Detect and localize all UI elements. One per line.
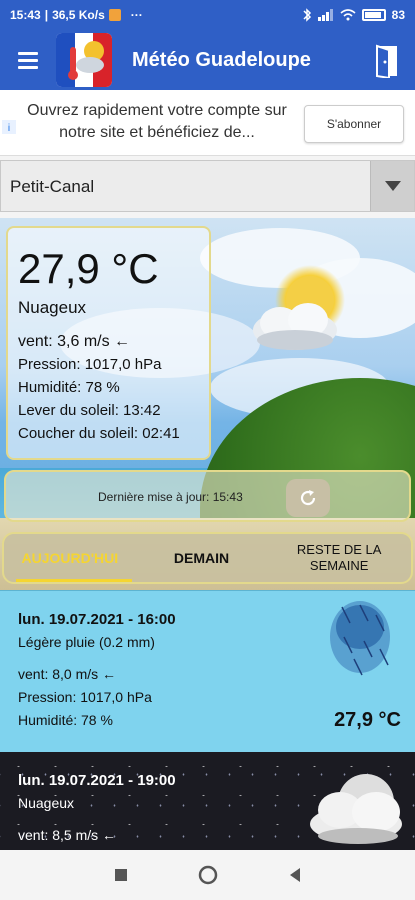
- ad-banner[interactable]: i Ouvrez rapidement votre compte sur not…: [0, 90, 415, 156]
- tab-rest-of-week[interactable]: RESTE DE LA SEMAINE: [267, 534, 411, 582]
- forecast-date: lun. 19.07.2021 - 16:00: [18, 611, 176, 628]
- forecast-card[interactable]: lun. 19.07.2021 - 19:00 Nuageux vent: 8,…: [0, 752, 415, 850]
- night-cloud-icon: [310, 774, 402, 844]
- current-weather-card: 27,9 °C Nuageux vent: 3,6 m/s ← Pression…: [6, 226, 211, 460]
- home-icon[interactable]: [198, 865, 218, 885]
- battery-icon: [361, 9, 386, 21]
- last-update-text: Dernière mise à jour: 15:43: [98, 490, 243, 504]
- refresh-button[interactable]: [286, 479, 330, 517]
- location-selector-wrap: Petit-Canal: [0, 156, 415, 218]
- location-selector[interactable]: Petit-Canal: [0, 160, 415, 212]
- system-nav-bar: [0, 850, 415, 900]
- current-sunrise: Lever du soleil: 13:42: [18, 402, 161, 419]
- current-temperature: 27,9 °C: [18, 245, 159, 292]
- notification-app-icon: [108, 9, 121, 21]
- recent-apps-icon[interactable]: [114, 868, 128, 882]
- forecast-pressure: Pression: 1017,0 hPa: [18, 689, 152, 705]
- status-speed: 36,5 Ko/s: [52, 8, 105, 22]
- app-logo: [56, 33, 112, 87]
- forecast-humidity: Humidité: 78 %: [18, 712, 113, 728]
- last-update-bar: Dernière mise à jour: 15:43: [4, 470, 411, 522]
- current-sunset: Coucher du soleil: 02:41: [18, 425, 180, 442]
- svg-text:i: i: [8, 123, 10, 134]
- status-time: 15:43: [10, 8, 41, 22]
- bluetooth-icon: [303, 8, 311, 22]
- forecast-tabs: AUJOURD'HUI DEMAIN RESTE DE LA SEMAINE: [2, 532, 413, 584]
- current-condition: Nuageux: [18, 298, 87, 317]
- forecast-wind: vent: 8,5 m/s ←: [18, 827, 117, 843]
- ad-info-icon[interactable]: i: [2, 120, 16, 134]
- forecast-condition: Nuageux: [18, 795, 75, 811]
- ad-text: Ouvrez rapidement votre compte sur notre…: [27, 102, 287, 141]
- back-icon[interactable]: [288, 867, 302, 883]
- tab-tomorrow[interactable]: DEMAIN: [136, 534, 268, 582]
- rain-icon: [330, 601, 390, 676]
- forecast-card[interactable]: lun. 19.07.2021 - 16:00 Légère pluie (0.…: [0, 590, 415, 752]
- current-wind: vent: 3,6 m/s ←: [18, 333, 131, 350]
- sun-cloud-icon: [253, 265, 345, 350]
- signal-icon: [317, 9, 333, 21]
- status-bar: 15:43 | 36,5 Ko/s ··· 83: [0, 0, 415, 30]
- tab-today[interactable]: AUJOURD'HUI: [4, 534, 136, 582]
- battery-level: 83: [391, 8, 405, 22]
- location-value: Petit-Canal: [10, 177, 95, 196]
- app-title: Météo Guadeloupe: [132, 48, 311, 71]
- app-bar: Météo Guadeloupe: [0, 30, 415, 90]
- forecast-date: lun. 19.07.2021 - 19:00: [18, 772, 176, 789]
- current-pressure: Pression: 1017,0 hPa: [18, 356, 162, 373]
- subscribe-button[interactable]: S'abonner: [304, 105, 404, 143]
- forecast-wind: vent: 8,0 m/s ←: [18, 666, 117, 682]
- forecast-temperature: 27,9 °C: [334, 709, 401, 731]
- exit-icon[interactable]: [373, 44, 401, 78]
- refresh-icon: [300, 490, 316, 506]
- current-humidity: Humidité: 78 %: [18, 379, 120, 396]
- dropdown-arrow-icon[interactable]: [370, 161, 414, 211]
- status-dots: ···: [130, 8, 143, 22]
- menu-icon[interactable]: [0, 30, 56, 90]
- forecast-condition: Légère pluie (0.2 mm): [18, 634, 155, 650]
- wifi-icon: [340, 9, 356, 21]
